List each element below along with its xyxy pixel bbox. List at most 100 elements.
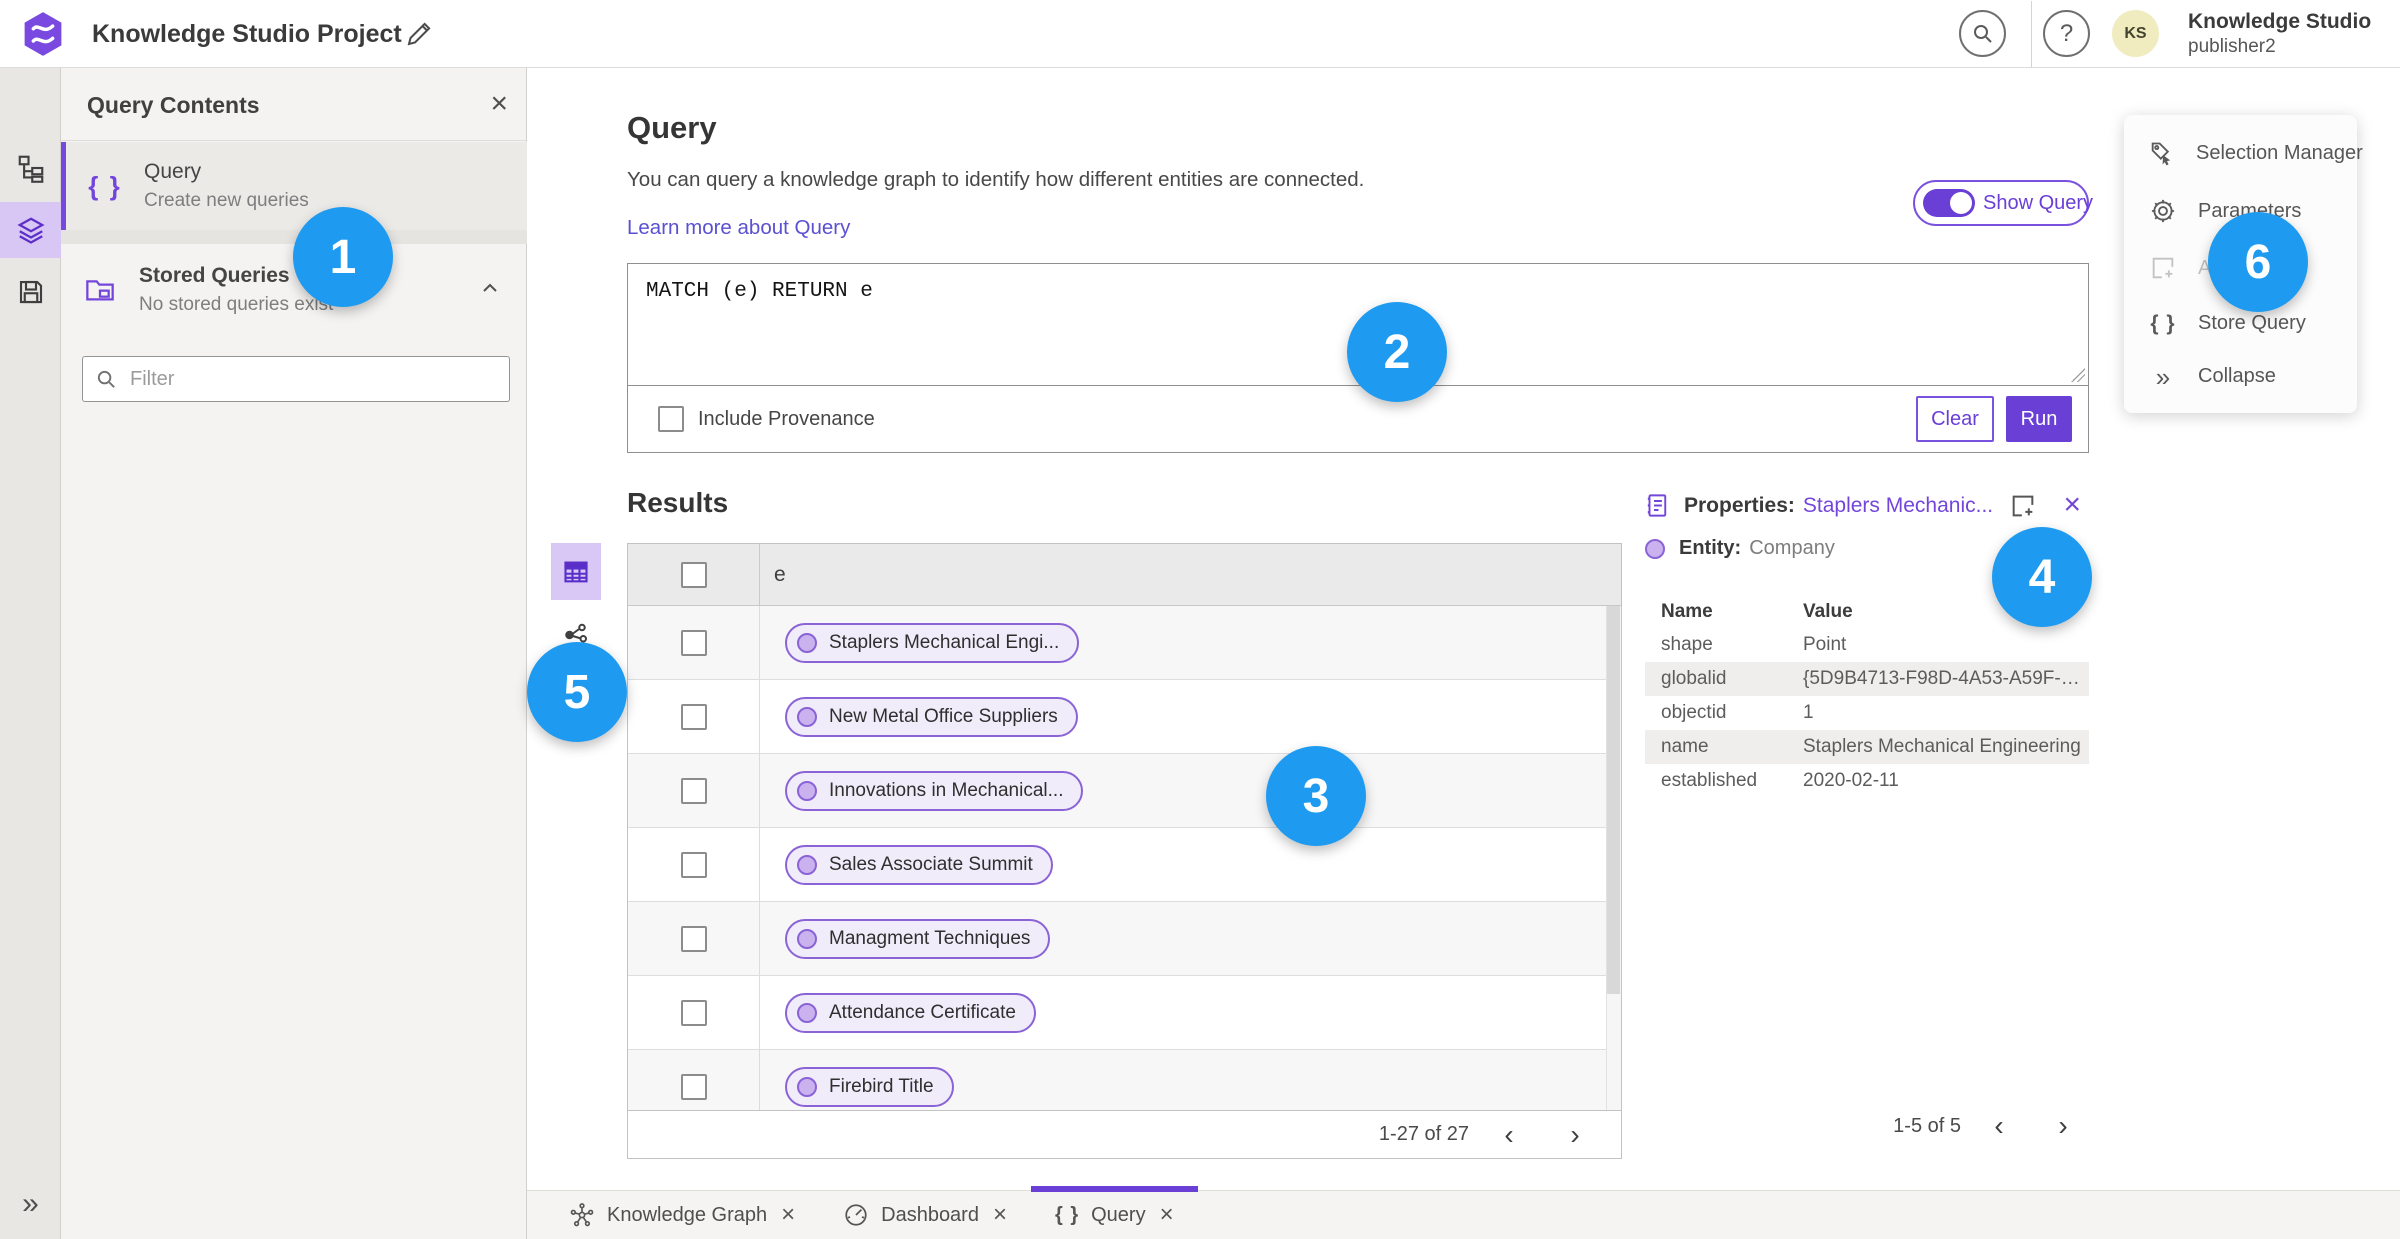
avatar[interactable]: KS — [2112, 10, 2159, 57]
search-icon — [95, 368, 118, 391]
save-button[interactable] — [0, 264, 61, 320]
table-row[interactable]: Sales Associate Summit — [628, 828, 1621, 902]
entity-dot-icon — [797, 928, 817, 949]
table-view-button[interactable] — [551, 543, 601, 600]
page-title: Knowledge Studio Project — [92, 20, 402, 48]
properties-pagination: 1-5 of 5 ‹ › — [1845, 1112, 2089, 1140]
property-value: Staplers Mechanical Engineering — [1803, 736, 2081, 757]
property-row[interactable]: name Staplers Mechanical Engineering — [1645, 730, 2089, 764]
app-logo-icon[interactable] — [22, 11, 64, 57]
show-query-toggle[interactable]: Show Query — [1913, 180, 2093, 226]
help-button[interactable]: ? — [2043, 10, 2090, 57]
properties-label: Properties: — [1684, 493, 1795, 517]
entity-dot-icon — [797, 854, 817, 875]
results-scrollbar[interactable] — [1606, 606, 1621, 1110]
property-value: Point — [1803, 634, 1847, 655]
table-row[interactable]: Innovations in Mechanical... — [628, 754, 1621, 828]
entity-pill[interactable]: Innovations in Mechanical... — [785, 770, 1084, 811]
step-badge-4: 4 — [1992, 527, 2092, 627]
row-checkbox[interactable] — [680, 703, 707, 730]
run-button-label: Run — [2020, 407, 2058, 430]
entity-label: Entity: — [1679, 537, 1742, 559]
filter-input[interactable]: Filter — [82, 356, 510, 402]
value-column-header: Value — [1803, 601, 1853, 622]
layers-button-selected[interactable] — [0, 202, 61, 258]
resize-grip[interactable] — [2071, 368, 2085, 382]
menu-item-label: Selection Manager — [2196, 142, 2363, 165]
top-header: Knowledge Studio Project ? KS Knowledge … — [0, 0, 2400, 68]
clear-button[interactable]: Clear — [1916, 396, 1994, 442]
double-chevron-right-icon: » — [2155, 361, 2171, 392]
results-table-body: Staplers Mechanical Engi... New Metal Of… — [628, 606, 1621, 1110]
row-checkbox[interactable] — [680, 851, 707, 878]
entity-pill[interactable]: Attendance Certificate — [785, 992, 1036, 1033]
entity-pill-label: Staplers Mechanical Engi... — [829, 631, 1060, 653]
show-query-label: Show Query — [1983, 191, 2094, 214]
tab-query[interactable]: { } Query × — [1030, 1185, 1198, 1239]
close-tab-icon[interactable]: × — [1160, 1203, 1174, 1227]
close-tab-icon[interactable]: × — [993, 1203, 1007, 1227]
table-row[interactable]: Staplers Mechanical Engi... — [628, 606, 1621, 680]
property-row[interactable]: objectid 1 — [1645, 696, 2089, 730]
entity-pill[interactable]: Sales Associate Summit — [785, 844, 1053, 885]
step-badge-1: 1 — [293, 207, 393, 307]
results-range-label: 1-27 of 27 — [1378, 1123, 1469, 1145]
menu-item-collapse[interactable]: » Collapse — [2124, 361, 2357, 392]
properties-range-label: 1-5 of 5 — [1893, 1114, 1961, 1137]
close-panel-icon[interactable]: × — [490, 88, 508, 120]
menu-item-store-query[interactable]: { } Store Query — [2124, 312, 2357, 336]
scrollbar-thumb[interactable] — [1607, 606, 1620, 994]
filter-placeholder: Filter — [130, 367, 175, 390]
chevron-up-icon[interactable] — [478, 276, 502, 300]
run-button[interactable]: Run — [2006, 396, 2072, 442]
menu-item-selection-manager[interactable]: Selection Manager — [2124, 140, 2363, 168]
sidebar-item-query[interactable]: { } Query Create new queries — [61, 142, 527, 230]
table-row[interactable]: Firebird Title — [628, 1050, 1621, 1110]
close-tab-icon[interactable]: × — [781, 1203, 795, 1227]
row-checkbox[interactable] — [680, 999, 707, 1026]
menu-item-label: Collapse — [2198, 365, 2276, 388]
entity-pill-label: New Metal Office Suppliers — [829, 705, 1058, 727]
step-badge-2: 2 — [1347, 302, 1447, 402]
open-in-new-view-icon[interactable] — [2009, 492, 2037, 520]
query-item-sublabel: Create new queries — [144, 190, 309, 211]
learn-more-link[interactable]: Learn more about Query — [627, 216, 850, 240]
dashboard-gauge-icon — [843, 1202, 869, 1228]
row-checkbox[interactable] — [680, 925, 707, 952]
close-properties-icon[interactable]: × — [2063, 488, 2081, 522]
table-row[interactable]: New Metal Office Suppliers — [628, 680, 1621, 754]
search-button[interactable] — [1959, 10, 2006, 57]
select-all-checkbox[interactable] — [680, 561, 707, 588]
row-checkbox[interactable] — [680, 1073, 707, 1100]
entity-pill[interactable]: New Metal Office Suppliers — [785, 696, 1078, 737]
property-row[interactable]: shape Point — [1645, 628, 2089, 662]
tab-dashboard[interactable]: Dashboard × — [819, 1191, 1031, 1239]
expand-rail-button[interactable]: » — [0, 1189, 61, 1219]
query-item-label: Query — [144, 160, 202, 183]
tab-knowledge-graph[interactable]: Knowledge Graph × — [545, 1191, 819, 1239]
entity-type: Company — [1749, 537, 1835, 559]
table-row[interactable]: Attendance Certificate — [628, 976, 1621, 1050]
row-checkbox[interactable] — [680, 777, 707, 804]
properties-entity-link[interactable]: Staplers Mechanic... — [1803, 494, 1993, 518]
braces-icon: { } — [1054, 1203, 1080, 1226]
prev-page-button[interactable]: ‹ — [1973, 1112, 2025, 1140]
property-row[interactable]: globalid {5D9B4713-F98D-4A53-A59F-C11... — [1645, 662, 2089, 696]
row-checkbox[interactable] — [680, 629, 707, 656]
avatar-initials: KS — [2124, 24, 2147, 42]
entity-pill[interactable]: Staplers Mechanical Engi... — [785, 622, 1080, 663]
include-provenance-checkbox[interactable] — [658, 406, 684, 432]
edit-title-icon[interactable] — [404, 19, 434, 49]
next-page-button[interactable]: › — [1549, 1120, 1601, 1149]
entity-pill[interactable]: Firebird Title — [785, 1066, 954, 1107]
entity-pill[interactable]: Managment Techniques — [785, 918, 1051, 959]
entity-dot-icon — [797, 1002, 817, 1023]
properties-doc-icon — [1645, 492, 1672, 519]
data-model-button[interactable] — [0, 140, 61, 196]
property-name: name — [1661, 736, 1709, 757]
table-row[interactable]: Managment Techniques — [628, 902, 1621, 976]
property-row[interactable]: established 2020-02-11 — [1645, 764, 2089, 798]
account-info[interactable]: Knowledge Studio publisher2 — [2188, 10, 2371, 58]
prev-page-button[interactable]: ‹ — [1483, 1120, 1535, 1149]
next-page-button[interactable]: › — [2037, 1112, 2089, 1140]
